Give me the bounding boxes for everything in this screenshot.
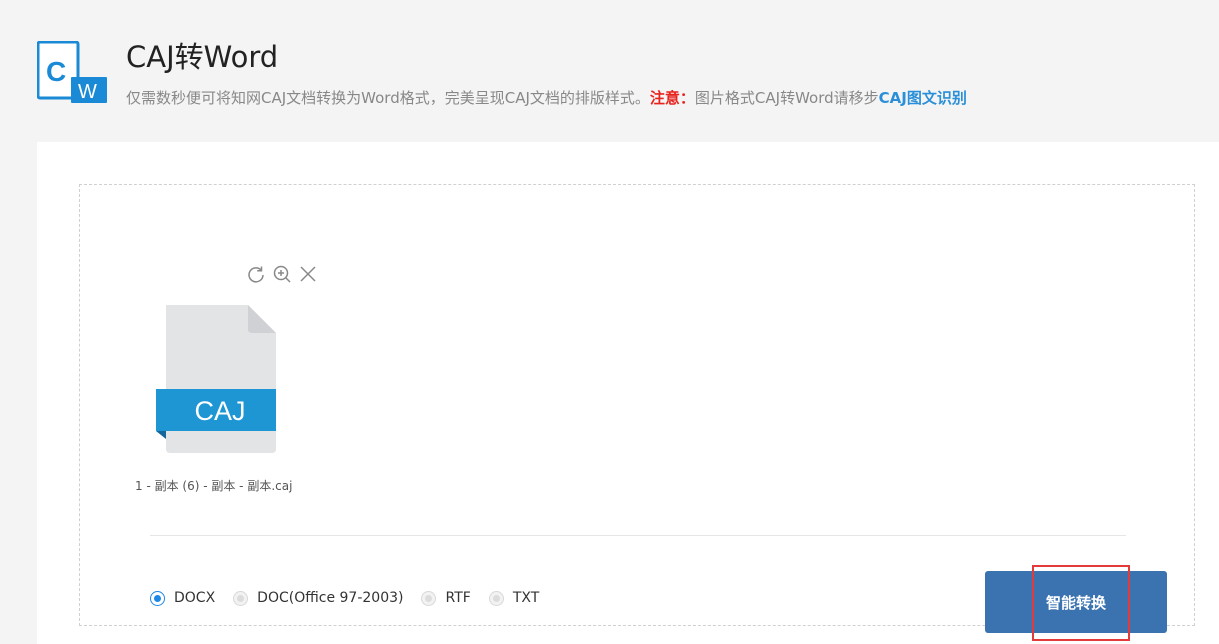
file-type-label: CAJ <box>194 396 245 426</box>
logo-letter-w: W <box>78 81 97 103</box>
format-option-txt[interactable]: TXT <box>488 590 540 606</box>
page-title: CAJ转Word <box>126 40 279 74</box>
upload-dropzone[interactable]: CAJ 1 - 副本 (6) - 副本 - 副本.caj DOCX DOC(Of… <box>79 184 1195 641</box>
logo-letter-c: C <box>46 56 66 87</box>
note-text: 图片格式CAJ转Word请移步 <box>694 89 879 107</box>
subtitle-text: 仅需数秒便可将知网CAJ文档转换为Word格式，完美呈现CAJ文档的排版样式。 <box>126 89 650 107</box>
caj-ocr-link[interactable]: CAJ图文识别 <box>879 89 967 107</box>
format-label: TXT <box>512 590 540 606</box>
file-name: 1 - 副本 (6) - 副本 - 副本.caj <box>135 479 293 493</box>
rotate-icon[interactable] <box>246 264 266 284</box>
format-option-docx[interactable]: DOCX <box>150 590 215 606</box>
converter-card: CAJ 1 - 副本 (6) - 副本 - 副本.caj DOCX DOC(Of… <box>37 142 1219 644</box>
format-label: DOC(Office 97-2003) <box>257 590 404 606</box>
radio-icon[interactable] <box>233 590 249 606</box>
zoom-in-icon[interactable] <box>272 264 292 284</box>
app-logo: C W <box>36 40 109 105</box>
radio-selected-icon[interactable] <box>150 590 165 606</box>
format-option-rtf[interactable]: RTF <box>421 590 471 606</box>
format-label: RTF <box>445 590 471 606</box>
convert-button[interactable]: 智能转换 <box>985 571 1167 633</box>
note-label: 注意： <box>649 89 695 107</box>
format-options: DOCX DOC(Office 97-2003) RTF TXT <box>150 587 557 609</box>
divider <box>150 535 1126 536</box>
file-toolbar <box>246 263 316 285</box>
radio-icon[interactable] <box>421 590 437 606</box>
file-thumbnail: CAJ <box>154 303 278 455</box>
radio-icon[interactable] <box>488 590 504 606</box>
close-icon[interactable] <box>298 264 318 284</box>
format-label: DOCX <box>174 590 216 606</box>
format-option-doc[interactable]: DOC(Office 97-2003) <box>233 590 403 606</box>
page-subtitle: 仅需数秒便可将知网CAJ文档转换为Word格式，完美呈现CAJ文档的排版样式。注… <box>126 88 967 108</box>
